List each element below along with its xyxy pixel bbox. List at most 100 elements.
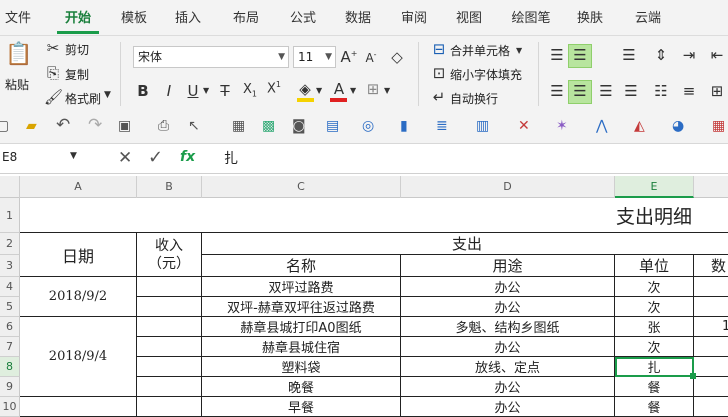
- menu-insert[interactable]: 插入: [170, 8, 206, 30]
- outdent-icon[interactable]: ⇤: [708, 46, 726, 64]
- qty-cell[interactable]: [694, 297, 728, 317]
- merge-cells-button[interactable]: 合并单元格: [450, 42, 510, 59]
- chevron-down-icon[interactable]: ▼: [516, 46, 522, 55]
- unit-cell[interactable]: 餐: [615, 377, 694, 397]
- qty-cell[interactable]: [694, 277, 728, 297]
- use-cell[interactable]: 放线、定点: [401, 357, 615, 377]
- row-header-8[interactable]: 8: [0, 357, 20, 377]
- align-top-icon[interactable]: ☰: [548, 46, 566, 64]
- font-color-icon[interactable]: A: [330, 80, 348, 98]
- camera-icon[interactable]: ◙: [292, 118, 306, 134]
- income-cell[interactable]: [137, 337, 202, 357]
- fill-handle[interactable]: [690, 373, 696, 379]
- qty-cell[interactable]: [694, 337, 728, 357]
- print-icon[interactable]: ⎙: [158, 118, 169, 134]
- align-bottom-icon[interactable]: ☰: [620, 46, 638, 64]
- font-size-select[interactable]: 11 ▼: [293, 46, 336, 68]
- insert-function-button[interactable]: fx: [180, 149, 195, 165]
- formula-input[interactable]: 扎: [224, 148, 238, 168]
- chevron-down-icon[interactable]: ▼: [350, 86, 356, 95]
- row-header-7[interactable]: 7: [0, 337, 20, 357]
- menu-pen[interactable]: 绘图笔: [506, 8, 556, 30]
- shrink-to-fit-icon[interactable]: ⊡: [430, 64, 448, 82]
- more-charts-icon[interactable]: ▦: [712, 118, 725, 134]
- chevron-down-icon[interactable]: ▼: [384, 86, 390, 95]
- income-cell[interactable]: [137, 297, 202, 317]
- row-header-1[interactable]: 1: [0, 198, 20, 233]
- text-direction-icon[interactable]: ⊞: [708, 82, 726, 100]
- name-cell[interactable]: 早餐: [202, 397, 401, 417]
- date-cell[interactable]: 2018/9/4: [20, 317, 137, 397]
- name-cell[interactable]: 双坪-赫章双坪往返过路费: [202, 297, 401, 317]
- qty-cell[interactable]: 1: [694, 317, 728, 337]
- align-right-icon[interactable]: ☰: [597, 82, 615, 100]
- header-name[interactable]: 名称: [202, 255, 401, 277]
- indent-icon[interactable]: ⇥: [680, 46, 698, 64]
- column-header-e[interactable]: E: [615, 176, 694, 198]
- sheet-title[interactable]: 支出明细: [20, 198, 728, 233]
- use-cell[interactable]: 多魁、结构乡图纸: [401, 317, 615, 337]
- menu-file[interactable]: 文件: [2, 8, 34, 30]
- copy-button[interactable]: 复制: [65, 66, 89, 83]
- align-middle-icon[interactable]: ☰: [571, 46, 589, 64]
- header-unit[interactable]: 单位: [615, 255, 694, 277]
- paste-icon[interactable]: 📋: [5, 42, 32, 67]
- line-spacing-icon[interactable]: ≡: [680, 82, 698, 100]
- menu-skin[interactable]: 换肤: [572, 8, 608, 30]
- row-header-3[interactable]: 3: [0, 255, 20, 277]
- qty-cell[interactable]: [694, 377, 728, 397]
- column-header-d[interactable]: D: [401, 176, 615, 198]
- selected-cell[interactable]: 扎: [615, 357, 694, 377]
- text-box-icon[interactable]: ▤: [326, 118, 339, 134]
- orientation-icon[interactable]: ⇕: [652, 46, 670, 64]
- increase-font-icon[interactable]: A+: [340, 48, 358, 66]
- qty-cell[interactable]: [694, 397, 728, 417]
- use-cell[interactable]: 办公: [401, 297, 615, 317]
- distributed-icon[interactable]: ☷: [652, 82, 670, 100]
- shrink-to-fit-button[interactable]: 缩小字体填充: [450, 66, 522, 83]
- scatter-chart-icon[interactable]: ✕: [518, 118, 530, 134]
- area-chart-icon[interactable]: ◭: [634, 118, 645, 134]
- row-header-2[interactable]: 2: [0, 233, 20, 255]
- row-header-6[interactable]: 6: [0, 317, 20, 337]
- header-date[interactable]: 日期: [20, 233, 137, 277]
- unit-cell[interactable]: 餐: [615, 397, 694, 417]
- column-header-b[interactable]: B: [137, 176, 202, 198]
- name-cell[interactable]: 晚餐: [202, 377, 401, 397]
- unit-cell[interactable]: 张: [615, 317, 694, 337]
- column-chart-icon[interactable]: ▥: [476, 118, 489, 134]
- cut-icon[interactable]: ✂: [44, 39, 62, 57]
- qty-cell[interactable]: [694, 357, 728, 377]
- income-cell[interactable]: [137, 357, 202, 377]
- column-header-c[interactable]: C: [202, 176, 401, 198]
- row-header-5[interactable]: 5: [0, 297, 20, 317]
- picture-icon[interactable]: ▩: [262, 118, 275, 134]
- justify-icon[interactable]: ☰: [622, 82, 640, 100]
- select-pointer-icon[interactable]: ↖: [188, 118, 200, 134]
- menu-cloud[interactable]: 云端: [630, 8, 666, 30]
- use-cell[interactable]: 办公: [401, 397, 615, 417]
- menu-data[interactable]: 数据: [340, 8, 376, 30]
- header-use[interactable]: 用途: [401, 255, 615, 277]
- row-header-10[interactable]: 10: [0, 397, 20, 417]
- income-cell[interactable]: [137, 317, 202, 337]
- column-header-a[interactable]: A: [20, 176, 137, 198]
- shapes-icon[interactable]: ◎: [362, 118, 374, 134]
- use-cell[interactable]: 办公: [401, 277, 615, 297]
- align-left-icon[interactable]: ☰: [548, 82, 566, 100]
- new-file-icon[interactable]: ▢: [0, 118, 9, 134]
- chevron-down-icon[interactable]: ▼: [104, 90, 111, 100]
- radar-chart-icon[interactable]: ✶: [556, 118, 568, 134]
- table-icon[interactable]: ▦: [232, 118, 245, 134]
- font-name-select[interactable]: 宋体 ▼: [133, 46, 289, 68]
- chevron-down-icon[interactable]: ▼: [203, 86, 209, 95]
- superscript-icon[interactable]: X1: [264, 80, 284, 96]
- menu-review[interactable]: 审阅: [396, 8, 432, 30]
- date-cell[interactable]: [20, 397, 137, 417]
- italic-icon[interactable]: I: [160, 82, 178, 100]
- confirm-icon[interactable]: ✓: [148, 147, 163, 168]
- header-qty[interactable]: 数: [694, 255, 728, 277]
- pie-chart-icon[interactable]: ◕: [672, 118, 684, 134]
- chevron-down-icon[interactable]: ▼: [316, 86, 322, 95]
- unit-cell[interactable]: 次: [615, 297, 694, 317]
